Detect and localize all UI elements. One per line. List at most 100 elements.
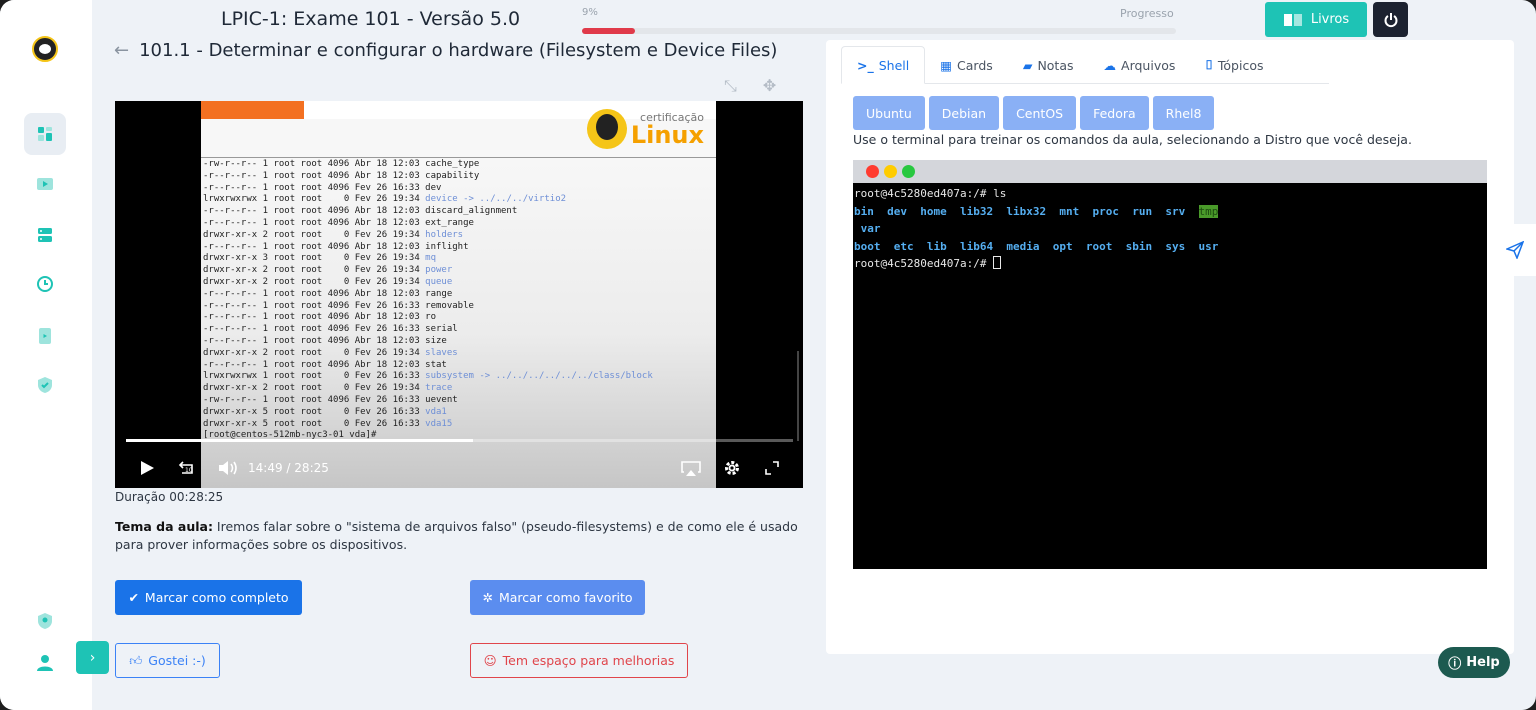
slide-line-meta: -r--r--r-- 1 root root 4096 Abr 18 12:03… [203, 217, 474, 228]
logout-button[interactable] [1373, 2, 1408, 37]
maximize-dot-icon[interactable] [902, 165, 915, 178]
terminal-window[interactable]: root@4c5280ed407a:/# ls bin dev home lib3… [853, 160, 1487, 569]
slide-line-meta: -r--r--r-- 1 root root 4096 Abr 18 12:03… [203, 170, 480, 181]
volume-icon[interactable] [217, 459, 239, 477]
power-icon [1384, 12, 1397, 27]
slide-line: drwxr-xr-x 5 root root 0 Fev 26 16:33 vd… [203, 419, 653, 431]
like-button[interactable]: 👍︎ Gostei :-) [115, 643, 220, 678]
sidebar-item-servers[interactable] [24, 214, 66, 256]
tab-arquivos[interactable]: ☁ Arquivos [1089, 46, 1191, 84]
terminal-titlebar [853, 160, 1487, 183]
slide-line: lrwxrwxrwx 1 root root 0 Fev 26 16:33 su… [203, 371, 653, 383]
sidebar-item-history[interactable] [24, 263, 66, 305]
video-icon [37, 178, 53, 190]
slide-line-dir: power [425, 265, 453, 276]
table-icon: ▦ [940, 57, 953, 73]
terminal-line: boot etc lib lib64 media opt root sbin s… [854, 238, 1486, 256]
terminal-entry: boot [854, 239, 881, 253]
tab-topicos-label: Tópicos [1217, 57, 1264, 73]
help-label: Help [1466, 655, 1500, 670]
airplay-icon[interactable] [680, 460, 702, 477]
sidebar-item-badge[interactable] [24, 600, 66, 642]
mark-favorite-button[interactable]: ✲ Marcar como favorito [470, 580, 645, 615]
improvements-button[interactable]: ☺ Tem espaço para melhorias [470, 643, 688, 678]
terminal-entry: libx32 [1006, 204, 1047, 218]
tab-shell-label: Shell [878, 57, 910, 73]
slide-line: -r--r--r-- 1 root root 4096 Fev 26 16:33… [203, 183, 653, 195]
terminal-line: bin dev home lib32 libx32 mnt proc run s… [854, 203, 1486, 221]
settings-gear-icon[interactable] [723, 459, 741, 477]
expand-sidebar-button[interactable]: › [76, 641, 109, 674]
slide-line-meta: -r--r--r-- 1 root root 4096 Abr 18 12:03… [203, 312, 436, 323]
move-icon[interactable]: ✥ [763, 76, 776, 96]
distro-debian-button[interactable]: Debian [928, 96, 1000, 130]
sidebar-item-profile[interactable] [24, 642, 66, 684]
terminal-cursor [993, 256, 1002, 269]
help-button[interactable]: ⓘ Help [1438, 647, 1510, 678]
sidebar-item-lessons[interactable] [24, 315, 66, 357]
slide-line-meta: lrwxrwxrwx 1 root root 0 Fev 26 19:34 [203, 194, 426, 205]
history-icon [37, 276, 53, 292]
tab-cards[interactable]: ▦ Cards [925, 46, 1008, 84]
sidebar-item-security[interactable] [24, 364, 66, 406]
slide-line: -r--r--r-- 1 root root 4096 Abr 18 12:03… [203, 206, 653, 218]
terminal-entry: opt [1052, 239, 1073, 253]
penguin-logo-icon[interactable] [32, 36, 58, 62]
slide-line: drwxr-xr-x 3 root root 0 Fev 26 19:34 mq [203, 253, 653, 265]
send-feedback-button[interactable] [1494, 224, 1536, 276]
tab-topicos[interactable]: ⌷ Tópicos [1190, 46, 1278, 84]
distro-ubuntu-button[interactable]: Ubuntu [853, 96, 925, 130]
terminal-line: root@4c5280ed407a:/# [854, 255, 1486, 273]
sidebar-item-dashboard[interactable] [24, 113, 66, 155]
cog-icon: ✲ [482, 590, 493, 605]
distro-fedora-button[interactable]: Fedora [1080, 96, 1149, 130]
question-circle-icon: ⓘ [1448, 657, 1462, 672]
distro-rhel8-button[interactable]: Rhel8 [1152, 96, 1215, 130]
mark-favorite-label: Marcar como favorito [498, 590, 633, 605]
video-seekbar[interactable] [126, 439, 793, 442]
slide-line-meta: -r--r--r-- 1 root root 4096 Abr 18 12:03… [203, 288, 453, 299]
improvements-label: Tem espaço para melhorias [502, 653, 675, 668]
lesson-topic: Tema da aula: Iremos falar sobre o "sist… [115, 518, 805, 554]
close-dot-icon[interactable] [866, 165, 879, 178]
video-seekbar-fill [126, 439, 473, 442]
smile-icon: ☺ [483, 653, 497, 668]
video-player[interactable]: certificação Linux -rw-r--r-- 1 root roo… [115, 101, 803, 488]
tab-shell[interactable]: >_ Shell [841, 46, 926, 84]
slide-line-meta: drwxr-xr-x 5 root root 0 Fev 26 16:33 [203, 406, 426, 417]
video-total-time: 28:25 [294, 461, 329, 475]
slide-line: -r--r--r-- 1 root root 4096 Abr 18 12:03… [203, 242, 653, 254]
fullscreen-icon[interactable] [764, 460, 780, 476]
terminal-entry: lib64 [960, 239, 994, 253]
slide-scrollbar [797, 351, 799, 441]
progress-percent: 9% [582, 7, 598, 18]
slide-line-meta: drwxr-xr-x 2 root root 0 Fev 26 19:34 [203, 229, 426, 240]
terminal-entry: etc [893, 239, 914, 253]
slide-line-meta: drwxr-xr-x 2 root root 0 Fev 26 19:34 [203, 265, 426, 276]
terminal-output[interactable]: root@4c5280ed407a:/# ls bin dev home lib3… [853, 183, 1487, 275]
practice-panel: >_ Shell ▦ Cards ▰ Notas ☁ Arquivos ⌷ Tópicos… [826, 40, 1514, 654]
minimize-dot-icon[interactable] [884, 165, 897, 178]
tab-notas-label: Notas [1037, 57, 1074, 73]
terminal-entry: media [1006, 239, 1040, 253]
compress-icon[interactable]: ⤡ [724, 76, 737, 96]
back-arrow-icon[interactable]: ← [114, 40, 129, 61]
play-icon[interactable] [139, 460, 155, 476]
livros-button[interactable]: Livros [1265, 2, 1367, 37]
slide-line: drwxr-xr-x 2 root root 0 Fev 26 19:34 po… [203, 265, 653, 277]
distro-centos-button[interactable]: CentOS [1003, 96, 1077, 130]
slide-line: -r--r--r-- 1 root root 4096 Fev 26 16:33… [203, 324, 653, 336]
paper-plane-icon [1506, 241, 1524, 259]
mark-complete-button[interactable]: ✔ Marcar como completo [115, 580, 302, 615]
terminal-entry: tmp [1198, 204, 1219, 218]
sidebar-item-videos[interactable] [24, 163, 66, 205]
slide-line: -r--r--r-- 1 root root 4096 Abr 18 12:03… [203, 360, 653, 372]
slide-line: -r--r--r-- 1 root root 4096 Abr 18 12:03… [203, 218, 653, 230]
lesson-topic-label: Tema da aula: [115, 519, 213, 534]
tab-notas[interactable]: ▰ Notas [1008, 46, 1089, 84]
slide-line-meta: -rw-r--r-- 1 root root 4096 Fev 26 16:33… [203, 394, 458, 405]
slide-line: drwxr-xr-x 2 root root 0 Fev 26 19:34 sl… [203, 348, 653, 360]
book-open-icon [1283, 13, 1302, 26]
terminal-icon: >_ [857, 57, 874, 73]
rewind-10-icon[interactable]: 10 [177, 459, 197, 477]
